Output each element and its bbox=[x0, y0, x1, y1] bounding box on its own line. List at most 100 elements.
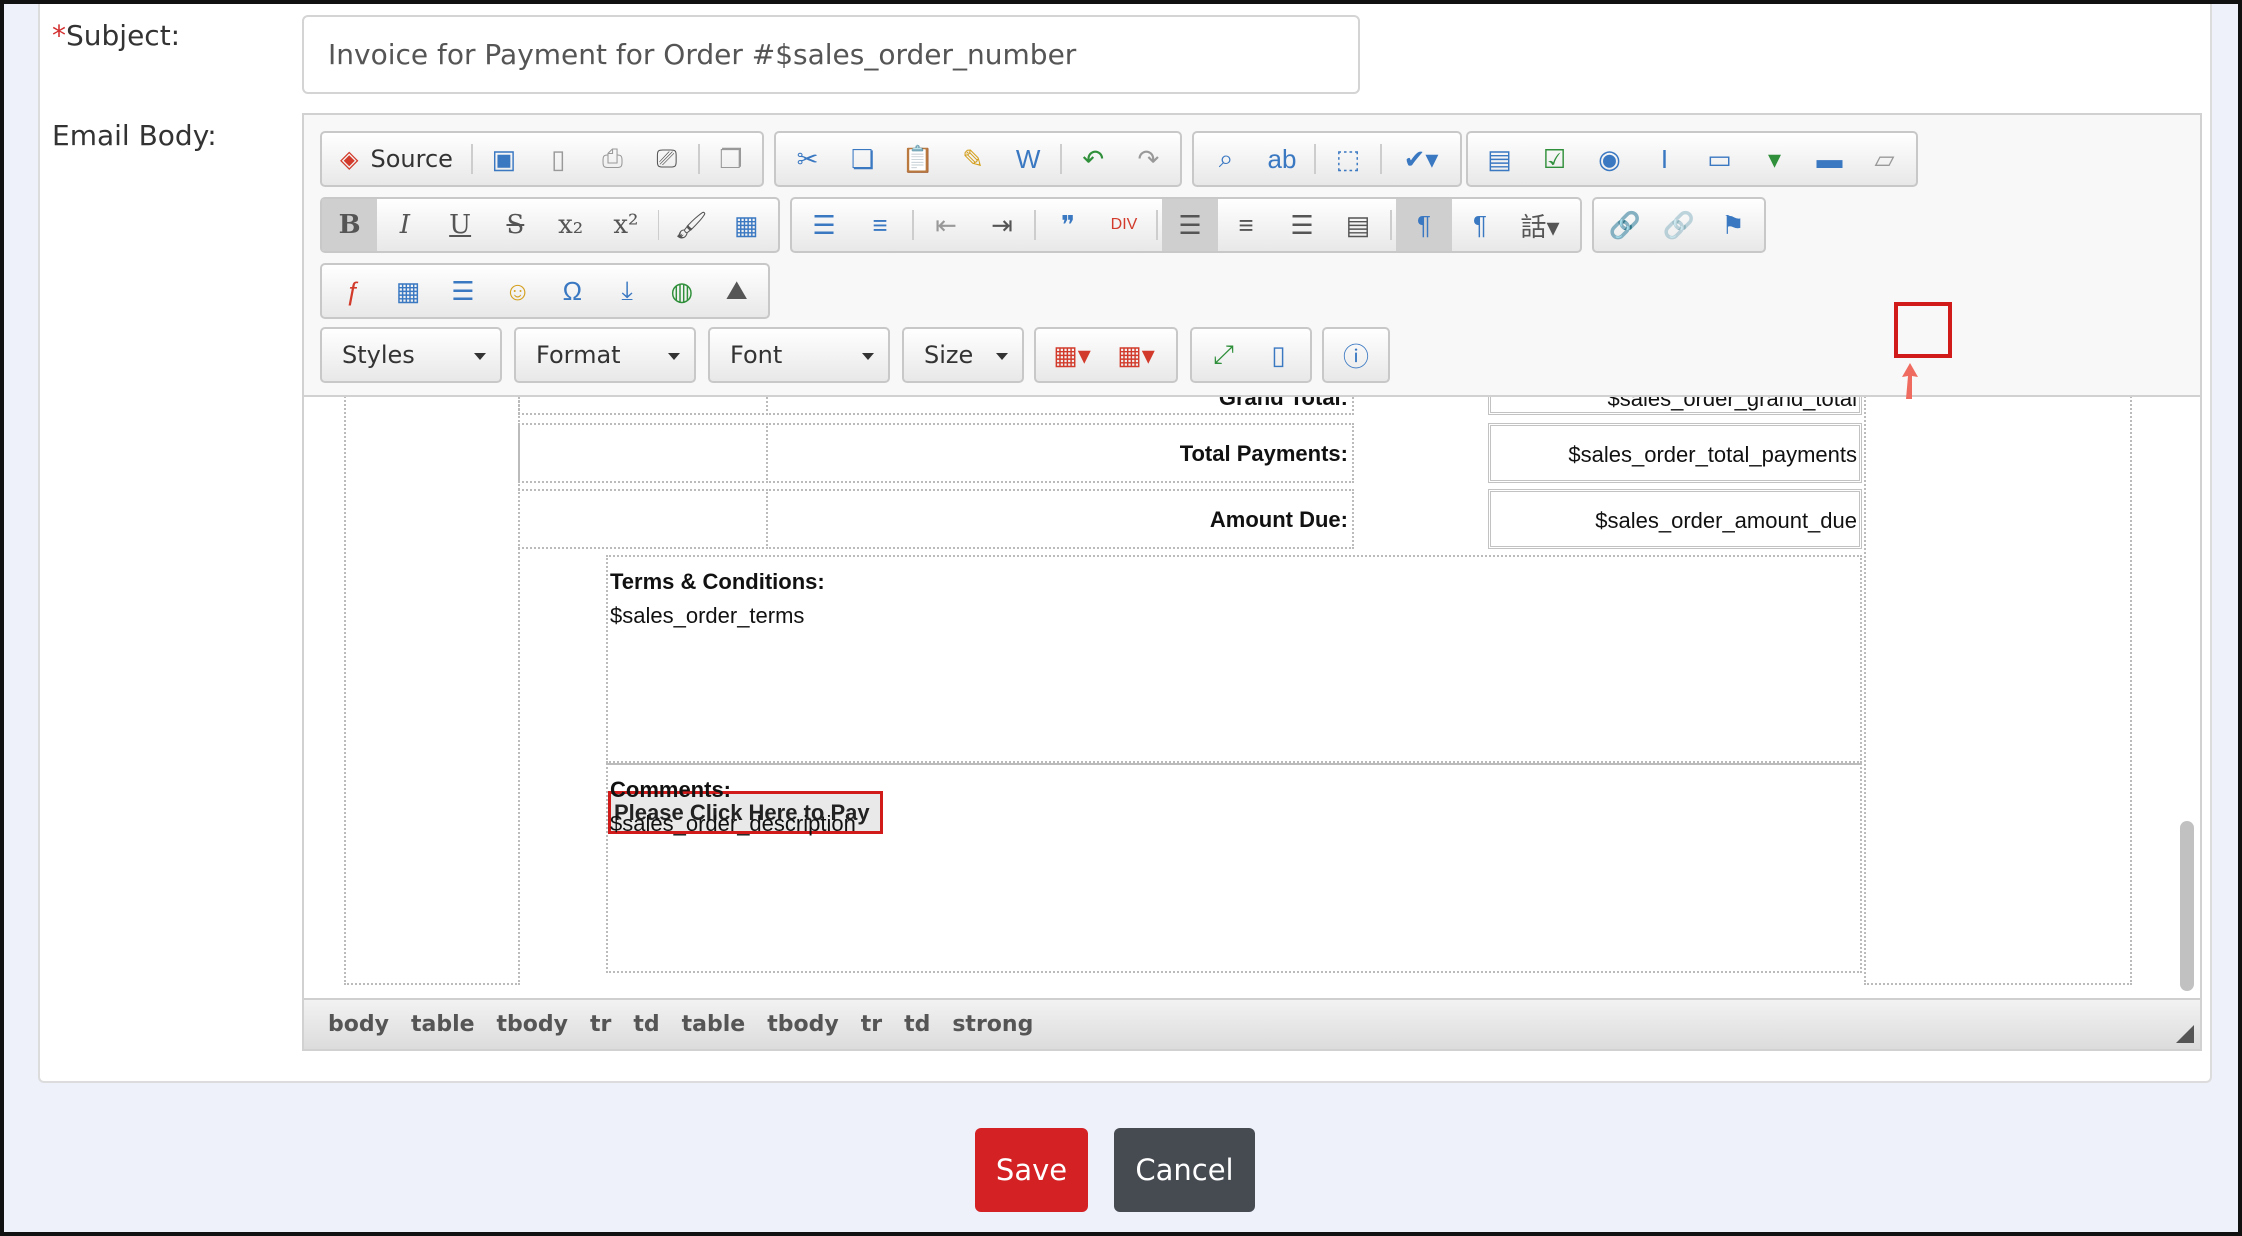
radio-icon[interactable]: ◉ bbox=[1582, 133, 1637, 185]
toolbar-separator bbox=[1314, 144, 1316, 174]
find-icon[interactable]: ⌕ bbox=[1198, 133, 1254, 185]
paste-word-icon[interactable]: W bbox=[1001, 133, 1056, 185]
bulleted-list-icon[interactable]: ≡ bbox=[852, 199, 908, 251]
redo-icon[interactable]: ↷ bbox=[1121, 133, 1176, 185]
page-break-icon[interactable]: ⤓ bbox=[600, 265, 655, 317]
chevron-down-icon bbox=[996, 353, 1008, 360]
scrollbar-thumb[interactable] bbox=[2180, 821, 2194, 991]
outer-table-cell-left bbox=[344, 397, 520, 985]
toolbar-separator bbox=[470, 144, 473, 174]
text-color-icon[interactable]: ▦▾ bbox=[1040, 329, 1104, 381]
save-icon[interactable]: ▣ bbox=[477, 133, 531, 185]
remove-format-icon[interactable]: ▦ bbox=[719, 199, 774, 251]
subscript-icon[interactable]: x₂ bbox=[543, 199, 598, 251]
underline-icon[interactable]: U bbox=[433, 199, 488, 251]
outdent-icon[interactable]: ⇤ bbox=[918, 199, 974, 251]
path-item[interactable]: tr bbox=[590, 1012, 611, 1037]
unlink-icon[interactable]: 🔗 bbox=[1652, 199, 1706, 251]
path-item[interactable]: strong bbox=[952, 1012, 1033, 1037]
language-icon[interactable]: 話▾ bbox=[1508, 199, 1572, 251]
form-icon[interactable]: ▤ bbox=[1472, 133, 1527, 185]
toolbar-group-links: 🔗 🔗 ⚑ bbox=[1592, 197, 1766, 253]
undo-icon[interactable]: ↶ bbox=[1066, 133, 1121, 185]
path-item[interactable]: table bbox=[682, 1012, 746, 1037]
paste-text-icon[interactable]: ✎ bbox=[945, 133, 1000, 185]
textarea-icon[interactable]: ▭ bbox=[1692, 133, 1747, 185]
iframe-icon[interactable]: ◍ bbox=[655, 265, 710, 317]
anchor-icon[interactable]: ⚑ bbox=[1706, 199, 1760, 251]
toolbar-group-basicstyles: B I U S x₂ x² 🖌 ▦ bbox=[320, 197, 780, 253]
justify-icon[interactable]: ▤ bbox=[1330, 199, 1386, 251]
select-all-icon[interactable]: ⬚ bbox=[1320, 133, 1376, 185]
link-icon[interactable]: 🔗 bbox=[1598, 199, 1652, 251]
size-select-label: Size bbox=[924, 341, 974, 369]
preview-icon[interactable]: ⎙ bbox=[585, 133, 639, 185]
format-select-label: Format bbox=[536, 341, 621, 369]
path-item[interactable]: tr bbox=[861, 1012, 882, 1037]
align-center-icon[interactable]: ≡ bbox=[1218, 199, 1274, 251]
ltr-icon[interactable]: ¶ bbox=[1396, 199, 1452, 251]
path-item[interactable]: body bbox=[328, 1012, 389, 1037]
checkbox-icon[interactable]: ☑ bbox=[1527, 133, 1582, 185]
table-icon[interactable]: ▦ bbox=[381, 265, 436, 317]
path-item[interactable]: tbody bbox=[497, 1012, 568, 1037]
cancel-button[interactable]: Cancel bbox=[1114, 1128, 1255, 1212]
editor-content[interactable]: Grand Total: $sales_order_grand_total To… bbox=[304, 397, 2200, 998]
editor-scrollbar[interactable] bbox=[2178, 397, 2196, 998]
bold-icon[interactable]: B bbox=[322, 199, 378, 251]
save-button[interactable]: Save bbox=[975, 1128, 1088, 1212]
toolbar-separator bbox=[1059, 144, 1062, 174]
button-icon[interactable]: ▬ bbox=[1802, 133, 1857, 185]
italic-icon[interactable]: I bbox=[377, 199, 432, 251]
size-select[interactable]: Size bbox=[902, 327, 1024, 383]
align-left-icon[interactable]: ☰ bbox=[1162, 199, 1218, 251]
path-item[interactable]: table bbox=[411, 1012, 475, 1037]
styles-select[interactable]: Styles bbox=[320, 327, 502, 383]
replace-icon[interactable]: ab bbox=[1254, 133, 1310, 185]
flash-icon[interactable]: ƒ bbox=[326, 265, 381, 317]
div-icon[interactable]: DIV bbox=[1096, 199, 1152, 251]
toolbar-group-colors: ▦▾ ▦▾ bbox=[1034, 327, 1178, 383]
align-right-icon[interactable]: ☰ bbox=[1274, 199, 1330, 251]
templates-icon[interactable]: ❐ bbox=[704, 133, 758, 185]
element-path-bar: body table tbody tr td table tbody tr td… bbox=[304, 998, 2200, 1049]
new-page-icon[interactable]: ▯ bbox=[531, 133, 585, 185]
copy-icon[interactable]: ❏ bbox=[835, 133, 890, 185]
superscript-icon[interactable]: x² bbox=[598, 199, 653, 251]
blockquote-icon[interactable]: ❞ bbox=[1040, 199, 1096, 251]
font-select[interactable]: Font bbox=[708, 327, 890, 383]
textfield-icon[interactable]: I bbox=[1637, 133, 1692, 185]
horizontal-rule-icon[interactable]: ☰ bbox=[436, 265, 491, 317]
copy-format-icon[interactable]: 🖌 bbox=[663, 199, 718, 251]
show-blocks-icon[interactable]: ▯ bbox=[1251, 329, 1306, 381]
select-icon[interactable]: ▾ bbox=[1747, 133, 1802, 185]
comments-value: $sales_order_description bbox=[610, 811, 856, 836]
terms-value: $sales_order_terms bbox=[610, 603, 805, 628]
cut-icon[interactable]: ✂ bbox=[780, 133, 835, 185]
subject-input[interactable]: Invoice for Payment for Order #$sales_or… bbox=[302, 15, 1360, 94]
rtl-icon[interactable]: ¶ bbox=[1452, 199, 1508, 251]
paste-icon[interactable]: 📋 bbox=[890, 133, 945, 185]
grand-total-value: $sales_order_grand_total bbox=[1488, 397, 1862, 415]
image-icon[interactable]: ⛰ bbox=[709, 265, 764, 317]
smiley-icon[interactable]: ☺ bbox=[490, 265, 545, 317]
hidden-field-icon[interactable]: ▱ bbox=[1857, 133, 1912, 185]
source-button[interactable]: ◈ Source bbox=[326, 133, 467, 185]
bg-color-icon[interactable]: ▦▾ bbox=[1104, 329, 1168, 381]
maximize-icon[interactable]: ⤢ bbox=[1196, 329, 1251, 381]
path-item[interactable]: tbody bbox=[767, 1012, 838, 1037]
print-icon[interactable]: ⎚ bbox=[640, 133, 694, 185]
info-icon[interactable]: ⓘ bbox=[1328, 329, 1384, 381]
path-item[interactable]: td bbox=[633, 1012, 659, 1037]
special-char-icon[interactable]: Ω bbox=[545, 265, 600, 317]
spellcheck-icon[interactable]: ✔▾ bbox=[1386, 133, 1456, 185]
path-item[interactable]: td bbox=[904, 1012, 930, 1037]
subject-label-text: Subject: bbox=[66, 19, 181, 52]
total-payments-value: $sales_order_total_payments bbox=[1488, 423, 1862, 483]
format-select[interactable]: Format bbox=[514, 327, 696, 383]
subject-label: *Subject: bbox=[52, 19, 180, 52]
numbered-list-icon[interactable]: ☰ bbox=[796, 199, 852, 251]
strike-icon[interactable]: S bbox=[488, 199, 543, 251]
resize-handle-icon[interactable] bbox=[2176, 1025, 2194, 1043]
indent-icon[interactable]: ⇥ bbox=[974, 199, 1030, 251]
